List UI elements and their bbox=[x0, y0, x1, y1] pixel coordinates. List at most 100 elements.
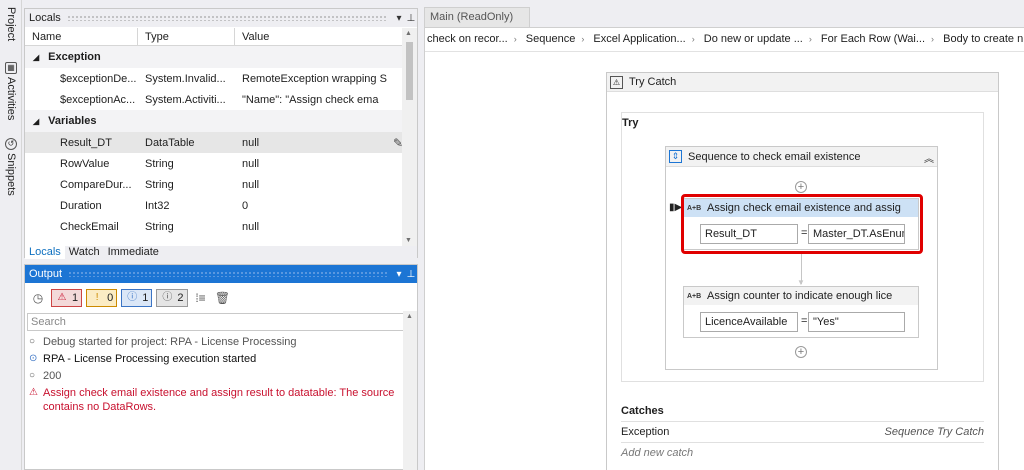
assign-activity[interactable]: A+B Assign check email existence and ass… bbox=[683, 198, 919, 250]
project-tab-label: Project bbox=[5, 7, 17, 42]
try-label: Try bbox=[622, 117, 639, 129]
errors-filter-button[interactable]: ⚠ 1 bbox=[51, 289, 83, 307]
equals-sign: = bbox=[801, 227, 808, 239]
snippets-tab[interactable]: ↺ Snippets bbox=[2, 138, 20, 196]
trash-icon[interactable]: 🗑 bbox=[214, 291, 232, 305]
output-title: Output bbox=[29, 268, 63, 280]
section-variables[interactable]: ◢ Variables bbox=[25, 110, 403, 132]
tab-main-readonly[interactable]: Main (ReadOnly) bbox=[424, 7, 530, 27]
scroll-down-icon[interactable]: ▼ bbox=[405, 237, 412, 244]
pin-icon[interactable]: ⊥ bbox=[405, 13, 417, 24]
assign-to-field[interactable]: Result_DT bbox=[700, 224, 798, 244]
row-type: String bbox=[145, 178, 174, 191]
activities-tab[interactable]: ▦ Activities bbox=[2, 62, 20, 120]
assign-title: Assign check email existence and assig bbox=[707, 202, 901, 214]
catch-row[interactable]: Exception Sequence Try Catch bbox=[621, 422, 984, 443]
dropdown-icon[interactable]: ▾ bbox=[393, 269, 405, 280]
row-value: null bbox=[242, 178, 260, 191]
table-row[interactable]: Duration Int32 0 bbox=[25, 195, 403, 216]
activities-tab-label: Activities bbox=[5, 77, 17, 121]
sequence-header[interactable]: ⇕ Sequence to check email existence bbox=[666, 147, 937, 167]
clock-icon[interactable]: ◷ bbox=[29, 291, 47, 305]
output-title-bar: Output ▾ ⊥ bbox=[25, 265, 417, 283]
assign-to-field[interactable]: LicenceAvailable bbox=[700, 312, 798, 332]
assign-value-field[interactable]: Master_DT.AsEnum bbox=[808, 224, 905, 244]
breadcrumb-item[interactable]: For Each Row (Wai... bbox=[821, 33, 925, 45]
warning-icon: ! bbox=[95, 292, 99, 303]
scroll-up-icon[interactable]: ▲ bbox=[405, 30, 412, 37]
breadcrumb-item[interactable]: Excel Application... bbox=[593, 33, 685, 45]
errors-count: 1 bbox=[72, 292, 79, 304]
output-scrollbar[interactable]: ▲ bbox=[403, 311, 417, 470]
table-row[interactable]: RowValue String null bbox=[25, 153, 403, 174]
row-value: null bbox=[242, 157, 260, 170]
assign-header[interactable]: A+B Assign check email existence and ass… bbox=[684, 199, 918, 217]
collapse-triangle-icon[interactable]: ◢ bbox=[33, 53, 39, 62]
scroll-up-icon[interactable]: ▲ bbox=[406, 313, 413, 320]
breadcrumb-item[interactable]: Sequence bbox=[526, 33, 576, 45]
output-log: ○ Debug started for project: RPA - Licen… bbox=[29, 335, 401, 417]
tab-watch[interactable]: Watch bbox=[65, 246, 104, 259]
locals-scrollbar[interactable]: ▲ ▼ bbox=[402, 28, 417, 246]
collapse-chevron-icon[interactable]: ︽ bbox=[924, 150, 934, 165]
debug-icon: ○ bbox=[29, 370, 36, 381]
catch-handler: Sequence Try Catch bbox=[884, 426, 984, 438]
collapse-triangle-icon[interactable]: ◢ bbox=[33, 117, 39, 126]
row-value: RemoteException wrapping S bbox=[242, 72, 387, 85]
row-name: Result_DT bbox=[60, 136, 112, 149]
panel-grip[interactable] bbox=[68, 271, 387, 277]
column-header-value[interactable]: Value bbox=[235, 28, 403, 45]
add-activity-plus-icon[interactable]: + bbox=[795, 346, 807, 358]
pin-icon[interactable]: ⊥ bbox=[405, 269, 417, 280]
section-exception[interactable]: ◢ Exception bbox=[25, 46, 403, 68]
table-row[interactable]: $exceptionAc... System.Activiti... "Name… bbox=[25, 89, 403, 110]
output-search-input[interactable] bbox=[27, 313, 417, 331]
assign-body: LicenceAvailable = "Yes" bbox=[684, 305, 918, 337]
add-new-catch-link[interactable]: Add new catch bbox=[621, 443, 984, 463]
row-value: null bbox=[242, 136, 260, 149]
try-catch-header[interactable]: ⚠ Try Catch bbox=[607, 73, 998, 92]
assign-title: Assign counter to indicate enough lice bbox=[707, 290, 893, 302]
tab-locals[interactable]: Locals bbox=[25, 246, 65, 259]
error-triangle-icon: ⚠ bbox=[57, 292, 67, 303]
debug-filter-button[interactable]: ⓘ 2 bbox=[156, 289, 188, 307]
table-row[interactable]: CheckEmail String null bbox=[25, 216, 403, 237]
execution-pointer-icon: ▮▶ bbox=[669, 202, 683, 213]
row-name: CompareDur... bbox=[60, 178, 132, 191]
breadcrumb-item[interactable]: check on recor... bbox=[427, 33, 508, 45]
breadcrumb-item[interactable]: Body to create ne... bbox=[943, 33, 1023, 45]
tab-immediate[interactable]: Immediate bbox=[104, 246, 163, 259]
panel-grip[interactable] bbox=[66, 15, 387, 21]
try-catch-title: Try Catch bbox=[629, 76, 677, 88]
log-line[interactable]: ○ 200 bbox=[29, 369, 401, 383]
table-row[interactable]: CompareDur... String null bbox=[25, 174, 403, 195]
output-panel: Output ▾ ⊥ ◷ ⚠ 1 ! 0 ⓘ 1 ⓘ 2 ⁞≡ 🗑 ○ Debu… bbox=[24, 264, 418, 470]
assign-header[interactable]: A+B Assign counter to indicate enough li… bbox=[684, 287, 918, 305]
filter-settings-icon[interactable]: ⁞≡ bbox=[192, 291, 210, 305]
breadcrumb-item[interactable]: Do new or update ... bbox=[704, 33, 803, 45]
table-row[interactable]: Result_DT DataTable null ✎ bbox=[25, 132, 403, 153]
locals-panel: Locals ▾ ⊥ Name Type Value ◢ Exception $… bbox=[24, 8, 418, 259]
log-line[interactable]: ⊙ RPA - License Processing execution sta… bbox=[29, 352, 401, 366]
chevron-right-icon: › bbox=[581, 34, 585, 44]
add-activity-plus-icon[interactable]: + bbox=[795, 181, 807, 193]
column-header-type[interactable]: Type bbox=[138, 28, 235, 45]
dropdown-icon[interactable]: ▾ bbox=[393, 13, 405, 24]
log-text: 200 bbox=[43, 370, 62, 382]
log-line[interactable]: ○ Debug started for project: RPA - Licen… bbox=[29, 335, 401, 349]
locals-title-bar: Locals ▾ ⊥ bbox=[25, 9, 417, 27]
warnings-filter-button[interactable]: ! 0 bbox=[86, 289, 118, 307]
assign-activity[interactable]: A+B Assign counter to indicate enough li… bbox=[683, 286, 919, 338]
assign-value-field[interactable]: "Yes" bbox=[808, 312, 905, 332]
column-header-name[interactable]: Name bbox=[25, 28, 138, 45]
snippets-icon: ↺ bbox=[5, 138, 17, 150]
debug-icon: ○ bbox=[29, 336, 36, 347]
chevron-right-icon: › bbox=[931, 34, 935, 44]
scroll-thumb[interactable] bbox=[406, 42, 413, 100]
row-name: Duration bbox=[60, 199, 102, 212]
log-line[interactable]: ⚠ Assign check email existence and assig… bbox=[29, 386, 401, 414]
sequence-icon: ⇕ bbox=[669, 150, 682, 163]
info-filter-button[interactable]: ⓘ 1 bbox=[121, 289, 153, 307]
project-tab[interactable]: Project bbox=[2, 4, 20, 41]
table-row[interactable]: $exceptionDe... System.Invalid... Remote… bbox=[25, 68, 403, 89]
